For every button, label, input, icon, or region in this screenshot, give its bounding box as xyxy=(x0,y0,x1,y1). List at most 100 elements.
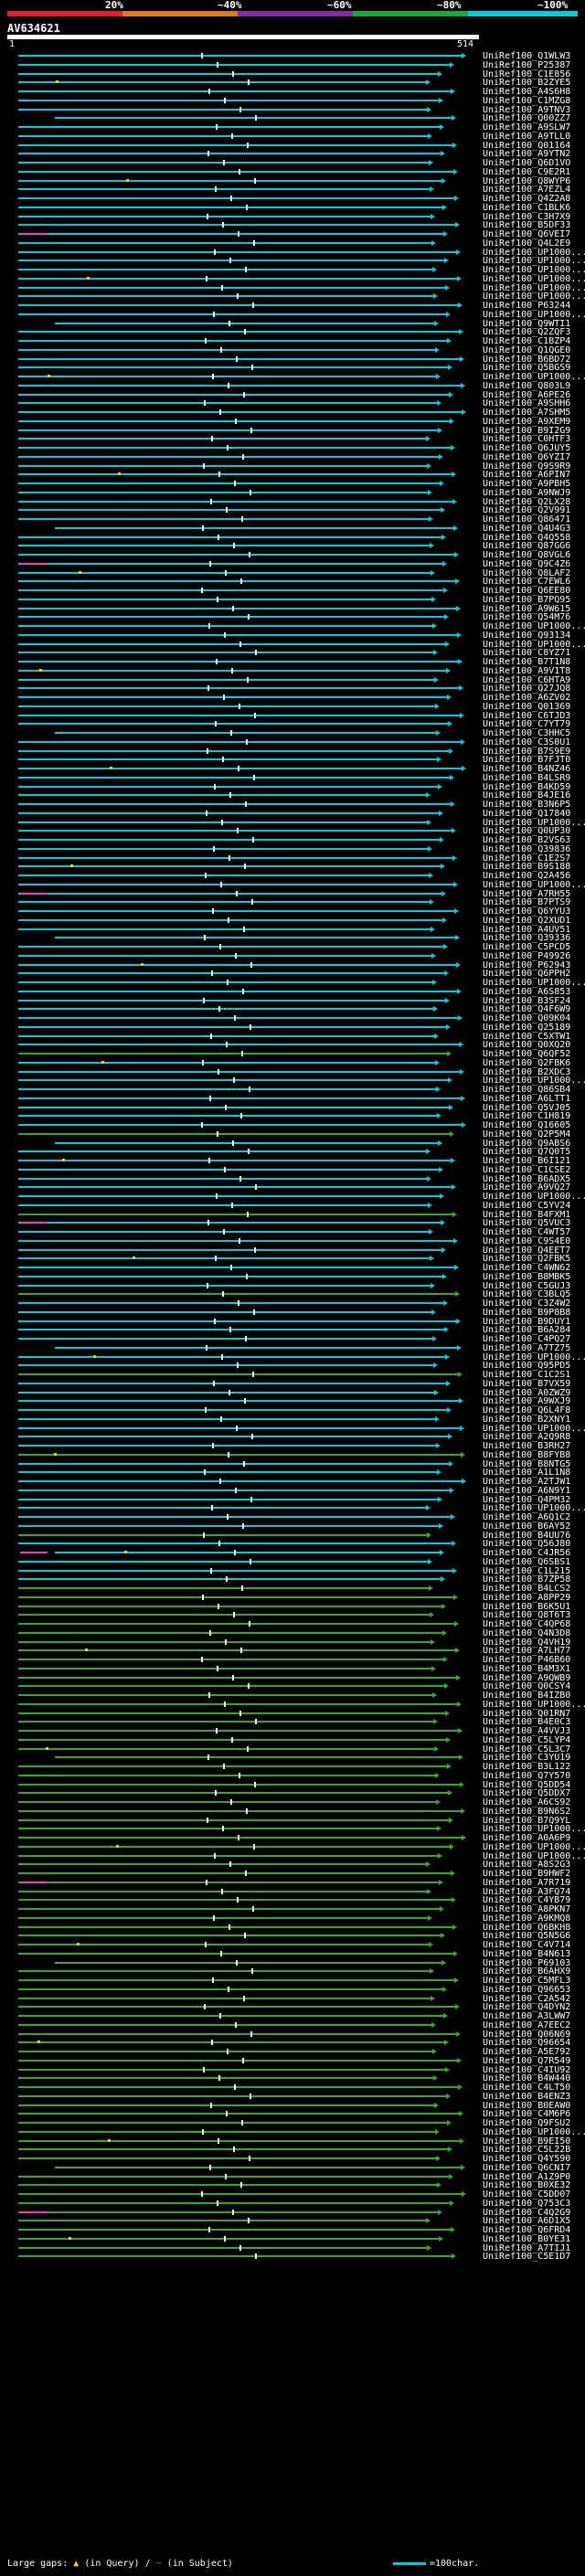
hit-match-marker xyxy=(246,1807,248,1814)
query-gap-marker xyxy=(56,80,58,84)
hit-end-arrow xyxy=(429,160,433,165)
hit-end-arrow xyxy=(438,427,442,433)
hit-alignment-bar xyxy=(18,1124,462,1126)
hit-end-arrow xyxy=(448,721,452,727)
hit-alignment-bar xyxy=(18,402,437,405)
hit-alignment-bar xyxy=(18,705,435,707)
hit-end-arrow xyxy=(435,1059,440,1065)
hit-match-marker xyxy=(230,1265,232,1270)
gap-subject-swatch: ~ xyxy=(155,2559,162,2569)
hit-match-marker xyxy=(212,1977,214,1983)
hit-alignment-bar xyxy=(18,55,462,57)
hit-end-arrow xyxy=(452,498,457,504)
hit-match-marker xyxy=(226,507,228,514)
hit-end-arrow xyxy=(457,1344,462,1351)
hit-match-marker xyxy=(216,1728,218,1733)
hit-alignment-bar xyxy=(18,2059,457,2062)
hit-alignment-bar xyxy=(18,607,456,610)
hit-alignment-bar xyxy=(18,589,443,591)
hit-end-arrow xyxy=(462,766,466,771)
hit-match-marker xyxy=(232,2209,234,2215)
hit-end-arrow xyxy=(435,703,440,709)
hit-match-marker xyxy=(222,757,224,763)
hit-alignment-bar xyxy=(18,1409,447,1411)
hit-match-marker xyxy=(206,275,207,281)
hit-match-marker xyxy=(201,1657,203,1662)
hit-alignment-bar xyxy=(18,910,454,912)
hit-match-marker xyxy=(206,810,207,816)
hit-end-arrow xyxy=(426,792,431,799)
hit-alignment-bar xyxy=(18,1792,448,1795)
hit-match-marker xyxy=(211,970,213,977)
hit-match-marker xyxy=(207,213,208,219)
hit-match-marker xyxy=(233,2147,235,2153)
hit-match-marker xyxy=(233,1077,235,1084)
hit-match-marker xyxy=(239,168,240,175)
hit-end-arrow xyxy=(459,1398,463,1405)
hit-match-marker xyxy=(204,400,206,407)
hit-alignment-bar xyxy=(18,1837,462,1839)
hit-match-marker xyxy=(250,961,252,968)
hit-end-arrow xyxy=(436,374,441,379)
hit-alignment-bar xyxy=(18,464,427,467)
hit-match-marker xyxy=(227,1514,229,1520)
hit-match-marker xyxy=(253,1309,255,1315)
legend-prefix: Large gaps: xyxy=(7,2559,69,2569)
hit-end-arrow xyxy=(456,605,461,611)
hit-alignment-bar xyxy=(18,1320,456,1322)
hit-alignment-bar xyxy=(18,197,454,199)
hit-end-arrow xyxy=(448,2147,452,2153)
hit-end-arrow xyxy=(449,1817,453,1823)
hit-end-arrow xyxy=(452,472,456,478)
hit-alignment-bar xyxy=(18,990,457,992)
hit-alignment-bar xyxy=(18,1818,449,1821)
hit-end-arrow xyxy=(439,1166,443,1172)
hit-alignment-bar xyxy=(18,2006,455,2009)
hit-match-marker xyxy=(226,1576,228,1583)
hit-match-marker xyxy=(202,1059,204,1065)
hit-match-marker xyxy=(253,1843,255,1850)
hit-match-marker xyxy=(225,569,227,576)
hit-match-marker xyxy=(239,1237,240,1244)
hit-alignment-bar xyxy=(18,134,428,137)
hit-match-marker xyxy=(252,837,254,843)
hit-match-marker xyxy=(220,346,222,353)
hit-alignment-bar xyxy=(18,1088,436,1090)
hit-end-arrow xyxy=(437,1469,441,1476)
hit-alignment-bar xyxy=(18,1462,449,1465)
hit-match-marker xyxy=(217,1665,218,1671)
hit-match-marker xyxy=(218,1068,219,1075)
hit-match-marker xyxy=(255,650,257,656)
hit-end-arrow xyxy=(445,641,450,647)
hit-alignment-bar xyxy=(18,1979,454,1981)
hit-match-marker xyxy=(226,1042,228,1048)
hit-alignment-bar xyxy=(55,732,436,734)
hit-end-arrow xyxy=(439,97,443,103)
hit-match-marker xyxy=(249,1621,250,1627)
hit-accession[interactable]: UniRef100_C5E1D7 xyxy=(483,2252,585,2262)
hit-match-marker xyxy=(207,1817,208,1823)
hit-alignment-bar xyxy=(18,2122,447,2124)
hit-match-marker xyxy=(209,1095,211,1101)
hit-end-arrow xyxy=(431,596,436,602)
hit-match-marker xyxy=(248,80,250,86)
hit-match-marker xyxy=(229,320,230,326)
hit-alignment-bar xyxy=(18,2104,434,2106)
hit-match-marker xyxy=(243,1995,245,2001)
hit-end-arrow xyxy=(428,1914,432,1921)
hit-end-arrow xyxy=(433,650,438,656)
hit-alignment-bar xyxy=(18,1988,442,1990)
hit-match-marker xyxy=(209,560,211,567)
hit-end-arrow xyxy=(448,365,452,371)
hit-end-arrow xyxy=(443,944,448,949)
hit-match-marker xyxy=(226,2111,228,2117)
hit-alignment-bar xyxy=(18,1970,430,1973)
hit-match-marker xyxy=(234,1550,236,1555)
hit-alignment-bar xyxy=(18,1132,450,1135)
hit-alignment-bar xyxy=(18,2220,426,2222)
hit-match-marker xyxy=(253,239,255,246)
hit-end-arrow xyxy=(435,1772,440,1778)
hit-alignment-bar xyxy=(18,963,456,966)
hit-match-marker xyxy=(252,1906,254,1912)
hit-end-arrow xyxy=(439,810,443,816)
